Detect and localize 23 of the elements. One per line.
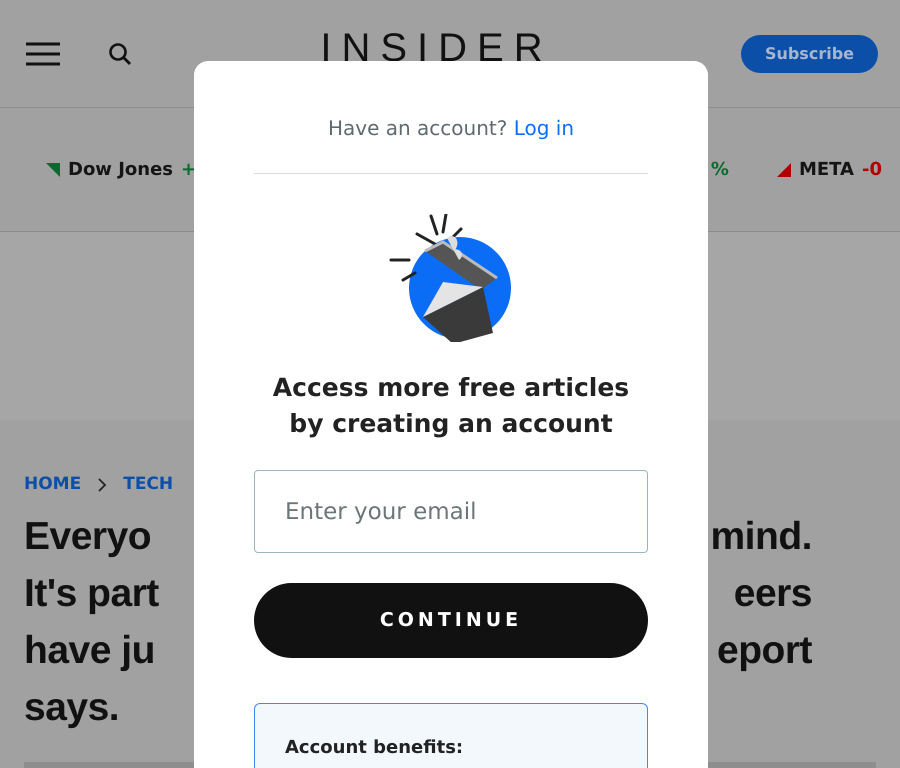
headline-text: mind. <box>710 514 812 560</box>
headline-text: Everyo <box>24 514 152 560</box>
menu-icon[interactable] <box>26 42 60 66</box>
search-icon[interactable] <box>108 42 132 66</box>
ticker-symbol[interactable]: Dow Jones <box>68 156 174 183</box>
login-prompt: Have an account? Log in <box>254 61 648 174</box>
continue-button[interactable]: CONTINUE <box>254 583 648 658</box>
ticker-change: % <box>710 158 729 182</box>
login-link[interactable]: Log in <box>514 116 574 140</box>
headline-text: eport <box>716 628 812 674</box>
email-field[interactable]: Enter your email <box>254 470 648 553</box>
chevron-right-icon <box>97 478 108 492</box>
ticker-change: -0 <box>862 158 882 182</box>
headline-text: It's part <box>24 570 159 616</box>
subscribe-button[interactable]: Subscribe <box>740 34 878 72</box>
ticker-symbol[interactable]: META <box>798 156 854 183</box>
headline-text: have ju <box>24 628 156 674</box>
benefits-title: Account benefits: <box>285 736 464 760</box>
modal-heading: Access more free articles by creating an account <box>272 372 630 440</box>
headline-text: eers <box>732 570 812 616</box>
ticker-change: + <box>181 158 196 182</box>
headline-text: says. <box>24 684 120 730</box>
gift-box-icon <box>389 214 513 342</box>
